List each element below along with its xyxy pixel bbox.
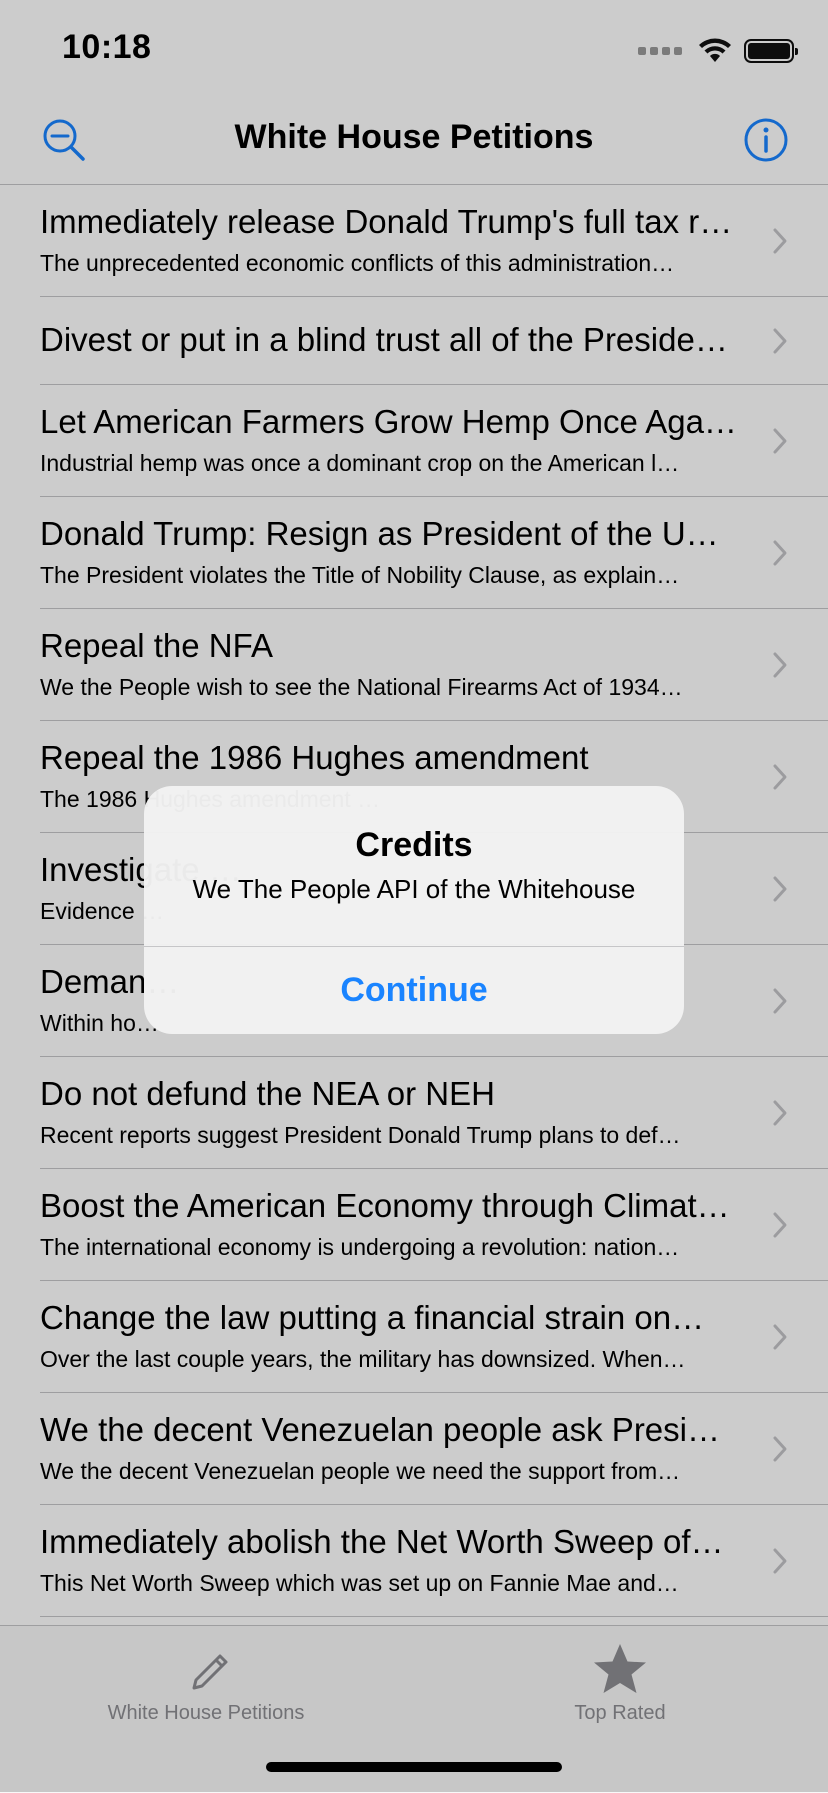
- credits-alert-dialog: Credits We The People API of the Whiteho…: [144, 786, 684, 1034]
- alert-title: Credits: [355, 826, 473, 864]
- alert-message: We The People API of the Whitehouse: [192, 874, 636, 904]
- continue-button[interactable]: Continue: [144, 947, 684, 1034]
- app-screen: 10:18 White House Petitions Immediately …: [0, 0, 828, 1793]
